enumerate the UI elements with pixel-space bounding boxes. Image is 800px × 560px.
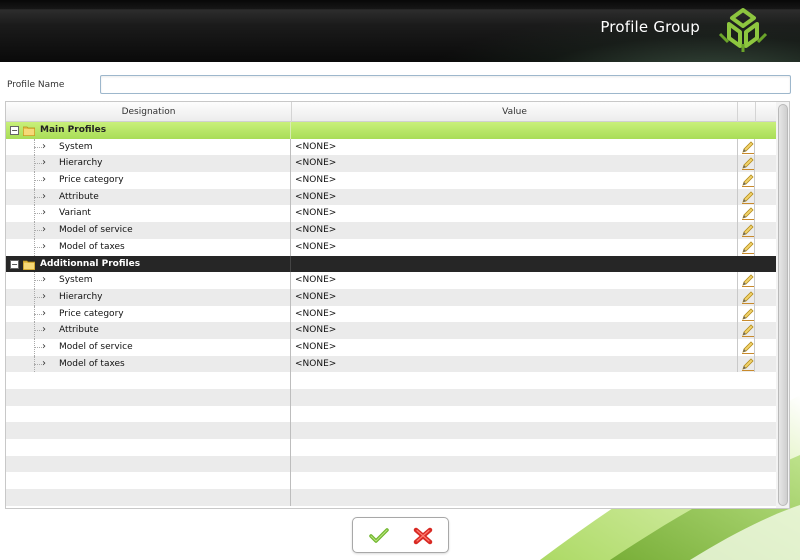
header-top-strip bbox=[0, 0, 800, 9]
row-label: System bbox=[59, 141, 93, 152]
empty-row bbox=[6, 472, 776, 490]
empty-row bbox=[6, 372, 776, 389]
row-value: <NONE> bbox=[295, 275, 337, 286]
row-label: Attribute bbox=[59, 191, 99, 202]
cross-icon[interactable] bbox=[413, 526, 433, 546]
empty-row bbox=[6, 389, 776, 406]
chevron-right-icon[interactable]: › bbox=[42, 289, 46, 305]
chevron-right-icon[interactable]: › bbox=[42, 139, 46, 155]
row-label: Model of taxes bbox=[59, 241, 125, 252]
row-value: <NONE> bbox=[295, 291, 337, 302]
table-row[interactable]: › Model of taxes <NONE> bbox=[6, 355, 776, 373]
chevron-right-icon[interactable]: › bbox=[42, 155, 46, 171]
empty-row bbox=[6, 489, 776, 506]
row-label: Price category bbox=[59, 175, 124, 186]
folder-icon bbox=[23, 126, 35, 136]
group-row-additional-profiles[interactable]: − Additionnal Profiles bbox=[6, 255, 776, 273]
group-row-main-profiles[interactable]: − Main Profiles bbox=[6, 122, 776, 139]
profiles-grid: Designation Value − Main Profiles › Syste… bbox=[5, 101, 790, 509]
chevron-right-icon[interactable]: › bbox=[42, 322, 46, 338]
edit-pencil-icon[interactable] bbox=[741, 290, 755, 304]
empty-row bbox=[6, 405, 776, 423]
row-label: Hierarchy bbox=[59, 291, 103, 302]
chevron-right-icon[interactable]: › bbox=[42, 205, 46, 221]
table-row[interactable]: › Price category <NONE> bbox=[6, 172, 776, 189]
chevron-right-icon[interactable]: › bbox=[42, 339, 46, 355]
collapse-toggle-icon[interactable]: − bbox=[10, 259, 19, 269]
table-row[interactable]: › System <NONE> bbox=[6, 138, 776, 156]
row-value: <NONE> bbox=[295, 141, 337, 152]
edit-pencil-icon[interactable] bbox=[741, 140, 755, 154]
group-label: Additionnal Profiles bbox=[40, 258, 141, 269]
row-value: <NONE> bbox=[295, 341, 337, 352]
row-label: Attribute bbox=[59, 325, 99, 336]
row-label: System bbox=[59, 275, 93, 286]
empty-row bbox=[6, 455, 776, 473]
edit-pencil-icon[interactable] bbox=[741, 206, 755, 221]
vertical-scrollbar-thumb[interactable] bbox=[778, 104, 788, 506]
row-label: Hierarchy bbox=[59, 158, 103, 169]
chevron-right-icon[interactable]: › bbox=[42, 222, 46, 238]
edit-pencil-icon[interactable] bbox=[741, 156, 755, 171]
chevron-right-icon[interactable]: › bbox=[42, 189, 46, 205]
grid-rows: − Main Profiles › System <NONE> › Hierarchy… bbox=[6, 122, 776, 506]
profile-name-label: Profile Name bbox=[7, 80, 65, 90]
edit-pencil-icon[interactable] bbox=[741, 340, 755, 354]
collapse-toggle-icon[interactable]: − bbox=[10, 126, 19, 135]
table-row[interactable]: › Model of taxes <NONE> bbox=[6, 238, 776, 256]
empty-row bbox=[6, 439, 776, 456]
header-bar: Profile Group bbox=[0, 0, 800, 62]
row-value: <NONE> bbox=[295, 208, 337, 219]
column-separator bbox=[737, 102, 738, 122]
table-row[interactable]: › Price category <NONE> bbox=[6, 305, 776, 323]
table-row[interactable]: › Variant <NONE> bbox=[6, 205, 776, 223]
edit-pencil-icon[interactable] bbox=[741, 223, 755, 238]
page-title: Profile Group bbox=[600, 18, 700, 36]
edit-pencil-icon[interactable] bbox=[741, 323, 755, 338]
row-value: <NONE> bbox=[295, 175, 337, 186]
table-row[interactable]: › Attribute <NONE> bbox=[6, 322, 776, 339]
row-value: <NONE> bbox=[295, 308, 337, 319]
table-row[interactable]: › System <NONE> bbox=[6, 272, 776, 289]
edit-pencil-icon[interactable] bbox=[741, 240, 755, 254]
row-value: <NONE> bbox=[295, 358, 337, 369]
row-value: <NONE> bbox=[295, 158, 337, 169]
edit-pencil-icon[interactable] bbox=[741, 173, 755, 188]
edit-pencil-icon[interactable] bbox=[741, 307, 755, 321]
row-label: Model of service bbox=[59, 225, 133, 236]
column-header-value[interactable]: Value bbox=[292, 102, 737, 122]
chevron-right-icon[interactable]: › bbox=[42, 306, 46, 322]
table-row[interactable]: › Model of service <NONE> bbox=[6, 222, 776, 239]
row-value: <NONE> bbox=[295, 225, 337, 236]
chevron-right-icon[interactable]: › bbox=[42, 172, 46, 188]
row-value: <NONE> bbox=[295, 325, 337, 336]
edit-pencil-icon[interactable] bbox=[741, 190, 755, 204]
grid-header: Designation Value bbox=[6, 102, 776, 122]
table-row[interactable]: › Model of service <NONE> bbox=[6, 338, 776, 356]
action-bar bbox=[352, 517, 449, 553]
table-row[interactable]: › Hierarchy <NONE> bbox=[6, 288, 776, 306]
checkmark-icon[interactable] bbox=[369, 527, 389, 545]
row-label: Price category bbox=[59, 308, 124, 319]
row-label: Model of taxes bbox=[59, 358, 125, 369]
chevron-right-icon[interactable]: › bbox=[42, 356, 46, 372]
group-label: Main Profiles bbox=[40, 125, 107, 135]
profile-name-input[interactable] bbox=[100, 75, 791, 94]
row-value: <NONE> bbox=[295, 241, 337, 252]
edit-pencil-icon[interactable] bbox=[741, 273, 755, 288]
edit-pencil-icon[interactable] bbox=[741, 357, 755, 371]
row-label: Model of service bbox=[59, 341, 133, 352]
table-row[interactable]: › Attribute <NONE> bbox=[6, 188, 776, 206]
chevron-right-icon[interactable]: › bbox=[42, 272, 46, 288]
column-header-designation[interactable]: Designation bbox=[6, 102, 291, 122]
folder-icon bbox=[23, 260, 35, 270]
chevron-right-icon[interactable]: › bbox=[42, 239, 46, 255]
empty-row bbox=[6, 422, 776, 440]
column-separator bbox=[755, 102, 756, 122]
row-label: Variant bbox=[59, 208, 91, 219]
row-value: <NONE> bbox=[295, 191, 337, 202]
table-row[interactable]: › Hierarchy <NONE> bbox=[6, 155, 776, 173]
cube-logo-icon bbox=[718, 8, 768, 52]
